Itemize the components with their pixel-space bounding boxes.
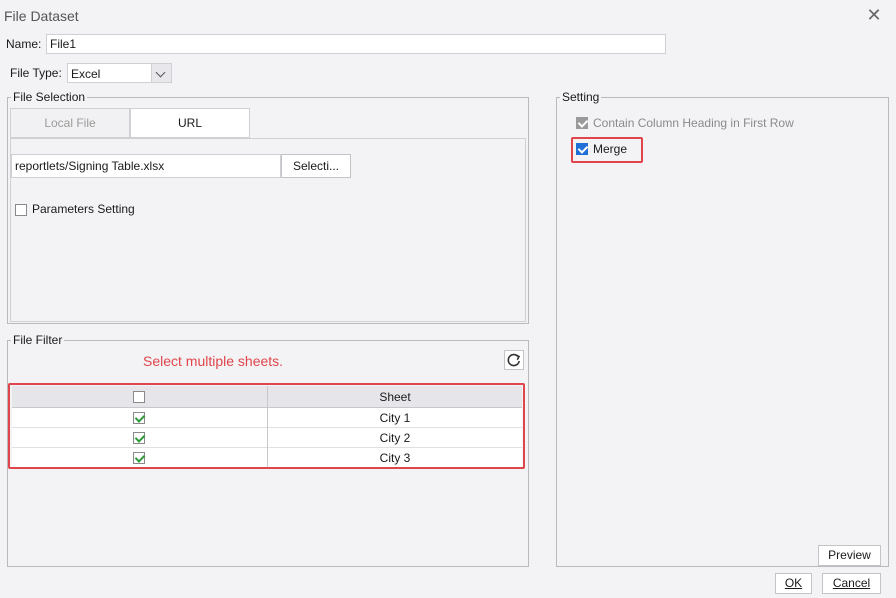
file-type-label: File Type: [10, 66, 62, 80]
file-selection-title: File Selection [11, 90, 88, 104]
merge-highlight-box [571, 137, 643, 163]
ok-button[interactable]: OK [775, 573, 812, 594]
close-icon[interactable]: ✕ [865, 6, 883, 24]
setting-group [556, 97, 889, 567]
setting-title: Setting [560, 90, 602, 104]
name-label: Name: [6, 37, 42, 51]
parameters-checkbox[interactable] [15, 204, 27, 216]
dialog-title: File Dataset [4, 8, 79, 24]
select-file-button[interactable]: Selecti... [281, 154, 351, 178]
tab-local-file[interactable]: Local File [10, 108, 130, 138]
contain-heading-label: Contain Column Heading in First Row [593, 116, 794, 130]
preview-button[interactable]: Preview [818, 545, 881, 566]
tab-url[interactable]: URL [130, 108, 250, 138]
parameters-label: Parameters Setting [32, 202, 135, 216]
grid-highlight-box [8, 383, 525, 469]
name-input[interactable]: File1 [46, 34, 666, 54]
refresh-icon[interactable] [504, 350, 524, 370]
file-filter-title: File Filter [11, 333, 65, 347]
file-path-input[interactable]: reportlets/Signing Table.xlsx [11, 154, 281, 178]
annotation-text: Select multiple sheets. [143, 353, 284, 369]
file-type-value: Excel [71, 67, 101, 81]
chevron-down-icon[interactable] [151, 64, 171, 82]
cancel-button[interactable]: Cancel [822, 573, 881, 594]
file-type-select[interactable]: Excel [67, 63, 172, 83]
contain-heading-checkbox[interactable] [576, 117, 588, 129]
